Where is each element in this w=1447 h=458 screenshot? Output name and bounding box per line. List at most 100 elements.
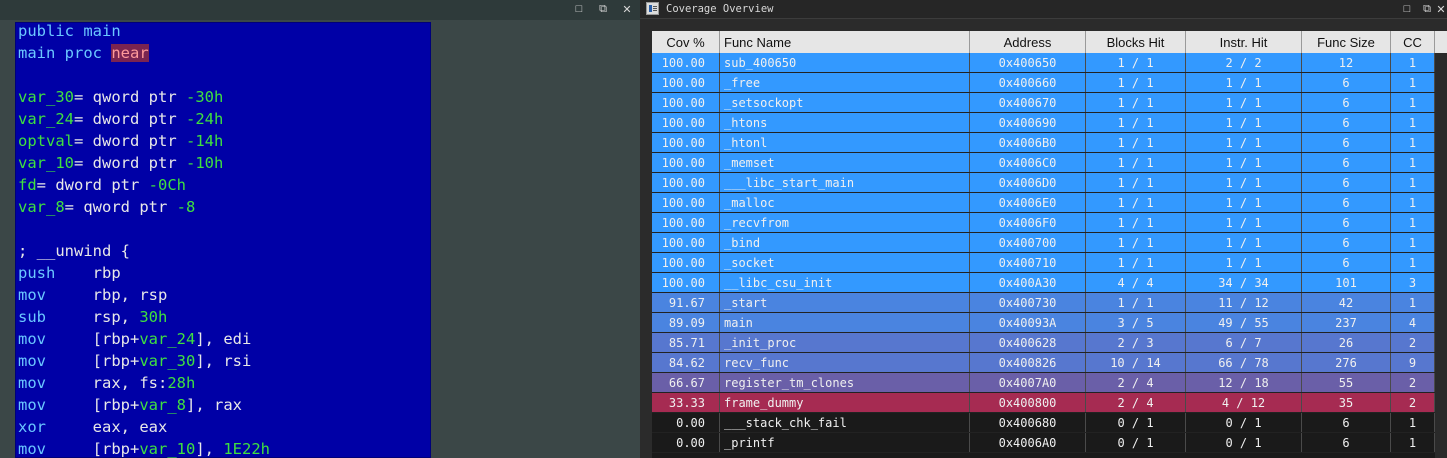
- address-cell: 0x400730: [970, 293, 1086, 312]
- func-name-cell: register_tm_clones: [720, 373, 970, 392]
- address-cell: 0x4006B0: [970, 133, 1086, 152]
- cc-cell: 1: [1391, 73, 1435, 92]
- code-line[interactable]: [18, 218, 270, 240]
- code-line[interactable]: var_10= dword ptr -10h: [18, 152, 270, 174]
- address-cell: 0x4006C0: [970, 153, 1086, 172]
- table-row[interactable]: 100.00 _htonl 0x4006B0 1 / 11 / 161: [652, 133, 1447, 153]
- cc-cell: 1: [1391, 213, 1435, 232]
- table-row[interactable]: 100.00 _bind 0x400700 1 / 11 / 161: [652, 233, 1447, 253]
- coverage-scrollbar[interactable]: [1435, 53, 1447, 458]
- code-token: mov: [18, 286, 93, 304]
- cc-cell: 2: [1391, 393, 1435, 412]
- code-line[interactable]: var_24= dword ptr -24h: [18, 108, 270, 130]
- code-line[interactable]: optval= dword ptr -14h: [18, 130, 270, 152]
- code-line[interactable]: mov [rbp+var_30], rsi: [18, 350, 270, 372]
- table-row[interactable]: 100.00 ___libc_start_main 0x4006D0 1 / 11 /…: [652, 173, 1447, 193]
- code-line[interactable]: var_8= qword ptr -8: [18, 196, 270, 218]
- func-name-cell: _start: [720, 293, 970, 312]
- code-token: =: [64, 198, 84, 216]
- table-row[interactable]: 100.00 _setsockopt 0x400670 1 / 11 / 161: [652, 93, 1447, 113]
- code-line[interactable]: mov [rbp+var_10], 1E22h: [18, 438, 270, 458]
- code-line[interactable]: ; __unwind {: [18, 240, 270, 262]
- code-line[interactable]: mov [rbp+var_24], edi: [18, 328, 270, 350]
- header-func-size-col[interactable]: Func Size: [1302, 31, 1391, 53]
- code-token: var_24: [139, 330, 196, 348]
- close-icon[interactable]: ✕: [1434, 2, 1447, 16]
- close-icon[interactable]: ✕: [620, 2, 634, 16]
- code-line[interactable]: [18, 64, 270, 86]
- header-cc-col[interactable]: CC: [1391, 31, 1435, 53]
- table-row[interactable]: 85.71 _init_proc 0x400628 2 / 36 / 7 26 2: [652, 333, 1447, 353]
- cc-cell: 1: [1391, 193, 1435, 212]
- header-instr-hit-col[interactable]: Instr. Hit: [1186, 31, 1302, 53]
- func-size-cell: 6: [1302, 73, 1391, 92]
- func-size-cell: 26: [1302, 333, 1391, 352]
- table-row[interactable]: 100.00 __libc_csu_init 0x400A30 4 / 4 34 / 3…: [652, 273, 1447, 293]
- cc-cell: 1: [1391, 253, 1435, 272]
- blocks-hit-cell: 1 / 1: [1086, 113, 1186, 132]
- header-blocks-hit-col[interactable]: Blocks Hit: [1086, 31, 1186, 53]
- code-line[interactable]: fd= dword ptr -0Ch: [18, 174, 270, 196]
- cov-cell: 100.00: [652, 133, 720, 152]
- cov-cell: 100.00: [652, 193, 720, 212]
- restore-icon[interactable]: □: [1400, 2, 1414, 16]
- table-row[interactable]: 66.67 register_tm_clones 0x4007A0 2 / 4 12 /…: [652, 373, 1447, 393]
- blocks-hit-cell: 1 / 1: [1086, 193, 1186, 212]
- disassembly-view[interactable]: public main main proc near var_30= qword p…: [15, 22, 431, 458]
- code-token: =: [74, 154, 93, 172]
- code-line[interactable]: public main: [18, 22, 270, 42]
- code-token: qword ptr: [83, 198, 177, 216]
- table-row[interactable]: 91.67 _start 0x400730 1 / 1 11 / 12 42 1: [652, 293, 1447, 313]
- table-row[interactable]: 0.00 ___stack_chk_fail 0x400680 0 / 10 / 16…: [652, 413, 1447, 433]
- code-line[interactable]: var_30= qword ptr -30h: [18, 86, 270, 108]
- header-func-name-col[interactable]: Func Name: [720, 31, 970, 53]
- code-line[interactable]: mov [rbp+var_8], rax: [18, 394, 270, 416]
- table-row[interactable]: 100.00 _htons 0x400690 1 / 11 / 161: [652, 113, 1447, 133]
- func-name-cell: recv_func: [720, 353, 970, 372]
- table-row[interactable]: 33.33 frame_dummy 0x400800 2 / 44 / 12 35 2: [652, 393, 1447, 413]
- instr-hit-cell: 1 / 1: [1186, 113, 1302, 132]
- disassembly-pane-controls: □ ⧉ ✕: [572, 2, 634, 16]
- cov-cell: 100.00: [652, 73, 720, 92]
- float-icon[interactable]: ⧉: [596, 2, 610, 16]
- cc-cell: 4: [1391, 313, 1435, 332]
- table-row[interactable]: 100.00 sub_400650 0x400650 1 / 12 / 2 12 1: [652, 53, 1447, 73]
- code-token: =: [74, 88, 93, 106]
- table-row[interactable]: 84.62 recv_func 0x400826 10 / 14 66 / 78 276 9: [652, 353, 1447, 373]
- code-token: qword ptr: [92, 88, 186, 106]
- table-row[interactable]: 0.00 _printf 0x4006A0 0 / 10 / 161: [652, 433, 1447, 453]
- table-row[interactable]: 100.00 _malloc 0x4006E0 1 / 11 / 161: [652, 193, 1447, 213]
- code-token: dword ptr: [92, 132, 186, 150]
- code-token: -14h: [186, 132, 224, 150]
- func-name-cell: _socket: [720, 253, 970, 272]
- code-line[interactable]: main proc near: [18, 42, 270, 64]
- table-row[interactable]: 100.00 _free 0x400660 1 / 11 / 161: [652, 73, 1447, 93]
- restore-icon[interactable]: □: [572, 2, 586, 16]
- code-token: fd: [18, 176, 37, 194]
- code-line[interactable]: push rbp: [18, 262, 270, 284]
- code-token: var_30: [139, 352, 196, 370]
- table-row[interactable]: 89.09 main 0x40093A 3 / 5 49 / 55 237 4: [652, 313, 1447, 333]
- instr-hit-cell: 6 / 7: [1186, 333, 1302, 352]
- float-icon[interactable]: ⧉: [1420, 2, 1434, 16]
- blocks-hit-cell: 4 / 4: [1086, 273, 1186, 292]
- func-name-cell: _malloc: [720, 193, 970, 212]
- code-line[interactable]: sub rsp, 30h: [18, 306, 270, 328]
- code-token: var_10: [139, 440, 196, 458]
- func-name-cell: __libc_csu_init: [720, 273, 970, 292]
- table-row[interactable]: 100.00 _recvfrom 0x4006F0 1 / 11 / 161: [652, 213, 1447, 233]
- header-cov-col[interactable]: Cov %: [652, 31, 720, 53]
- code-line[interactable]: xor eax, eax: [18, 416, 270, 438]
- code-line[interactable]: mov rbp, rsp: [18, 284, 270, 306]
- address-cell: 0x40093A: [970, 313, 1086, 332]
- instr-hit-cell: 1 / 1: [1186, 93, 1302, 112]
- code-token: rsp,: [92, 308, 140, 326]
- header-address-col[interactable]: Address: [970, 31, 1086, 53]
- address-cell: 0x4006D0: [970, 173, 1086, 192]
- coverage-table[interactable]: Cov % Func Name Address Blocks Hit Instr. Hi…: [652, 31, 1447, 458]
- table-row[interactable]: 100.00 _memset 0x4006C0 1 / 11 / 161: [652, 153, 1447, 173]
- cc-cell: 1: [1391, 93, 1435, 112]
- instr-hit-cell: 1 / 1: [1186, 253, 1302, 272]
- table-row[interactable]: 100.00 _socket 0x400710 1 / 11 / 161: [652, 253, 1447, 273]
- code-line[interactable]: mov rax, fs:28h: [18, 372, 270, 394]
